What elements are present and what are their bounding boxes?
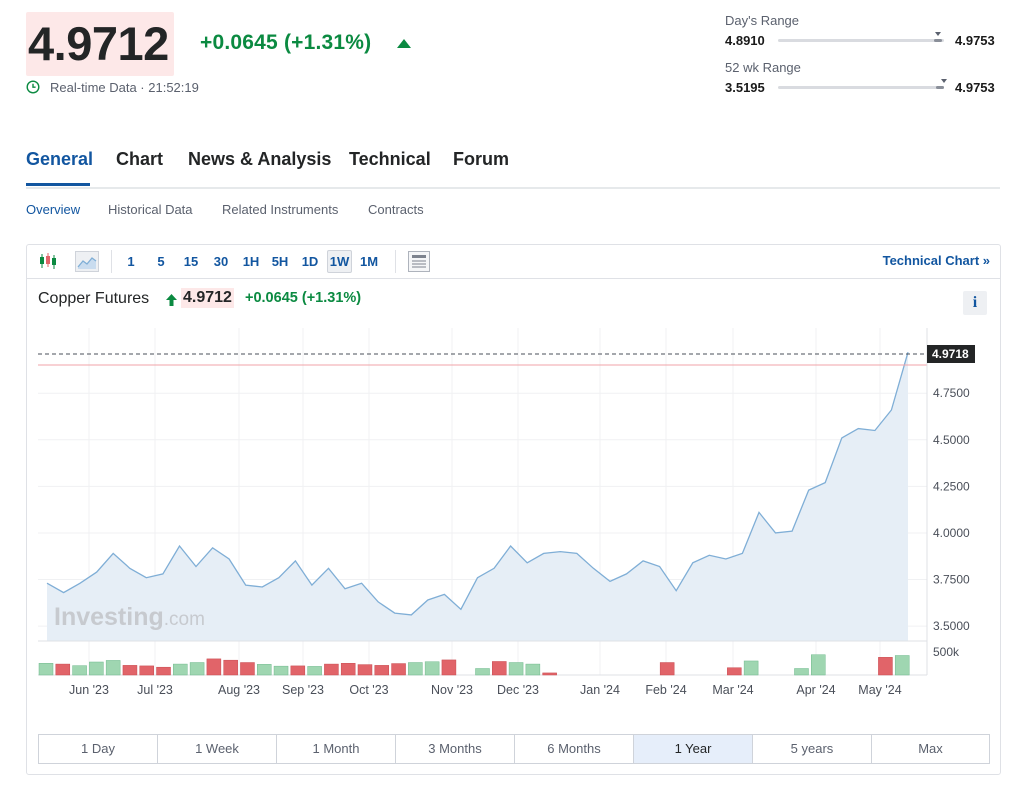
- x-tick-label: Apr '24: [796, 683, 835, 697]
- tab-technical[interactable]: Technical: [349, 149, 431, 170]
- day-range-low: 4.8910: [725, 33, 765, 48]
- y-tick-label: 4.7500: [933, 386, 970, 400]
- x-tick-label: Jun '23: [69, 683, 109, 697]
- tab-chart[interactable]: Chart: [116, 149, 163, 170]
- y-tick-label: 3.5000: [933, 619, 970, 633]
- subtab-historical-data[interactable]: Historical Data: [108, 202, 193, 217]
- volume-bar: [156, 666, 171, 676]
- volume-bar: [189, 662, 205, 676]
- y-tick-label: 3.7500: [933, 573, 970, 587]
- volume-bar: [139, 665, 154, 676]
- volume-bar: [811, 654, 826, 676]
- volume-bar: [492, 661, 507, 676]
- period-1-day[interactable]: 1 Day: [39, 735, 158, 763]
- volume-bar: [257, 664, 272, 676]
- day-range-marker: [935, 32, 941, 36]
- x-tick-label: Jul '23: [137, 683, 173, 697]
- x-tick-label: Feb '24: [645, 683, 686, 697]
- volume-bar: [727, 667, 742, 676]
- volume-bar: [324, 663, 339, 676]
- period-selector: 1 Day 1 Week 1 Month 3 Months 6 Months 1…: [38, 734, 990, 764]
- x-tick-label: Sep '23: [282, 683, 324, 697]
- week52-range-marker: [941, 79, 947, 83]
- volume-bar: [794, 668, 809, 676]
- x-tick-label: Oct '23: [349, 683, 388, 697]
- volume-bar: [357, 664, 373, 676]
- day-range-label: Day's Range: [725, 13, 800, 28]
- period-3-months[interactable]: 3 Months: [396, 735, 515, 763]
- volume-bar: [340, 663, 356, 676]
- active-tab-indicator: [26, 183, 90, 186]
- last-price: 4.9712: [28, 17, 169, 70]
- period-1-week[interactable]: 1 Week: [158, 735, 277, 763]
- subtab-related-instruments[interactable]: Related Instruments: [222, 202, 338, 217]
- volume-axis-label: 500k: [933, 645, 960, 659]
- y-tick-label: 4.0000: [933, 526, 970, 540]
- day-range-high: 4.9753: [955, 33, 995, 48]
- y-tick-label: 4.2500: [933, 479, 970, 493]
- period-6-months[interactable]: 6 Months: [515, 735, 634, 763]
- period-1-month[interactable]: 1 Month: [277, 735, 396, 763]
- main-tabs: General Chart News & Analysis Technical …: [26, 146, 1000, 189]
- subtab-overview[interactable]: Overview: [26, 202, 80, 217]
- price-change: +0.0645 (+1.31%): [200, 31, 371, 55]
- volume-bar: [105, 660, 121, 676]
- tab-forum[interactable]: Forum: [453, 149, 509, 170]
- volume-bar: [878, 657, 893, 676]
- day-range-fill: [934, 39, 942, 42]
- volume-bar: [542, 672, 557, 676]
- volume-bar: [173, 663, 188, 676]
- week52-range-fill: [936, 86, 944, 89]
- volume-bar: [659, 662, 675, 676]
- volume-bar: [743, 660, 759, 676]
- last-price-label: 4.9718: [932, 347, 969, 361]
- volume-bar: [475, 668, 490, 676]
- realtime-label: Real-time Data · 21:52:19: [50, 80, 199, 95]
- volume-bar: [223, 659, 238, 676]
- change-value: +0.0645: [200, 31, 278, 54]
- volume-bar: [508, 662, 524, 676]
- tab-general[interactable]: General: [26, 149, 93, 170]
- change-percent: (+1.31%): [283, 31, 372, 54]
- week52-range-label: 52 wk Range: [725, 60, 801, 75]
- volume-bar: [391, 663, 406, 676]
- x-tick-label: May '24: [858, 683, 901, 697]
- volume-bar: [290, 665, 306, 676]
- day-range-bar: [778, 39, 944, 42]
- volume-bar: [38, 663, 54, 676]
- volume-bar: [441, 659, 457, 676]
- period-1-year[interactable]: 1 Year: [634, 735, 753, 763]
- volume-bar: [273, 665, 289, 676]
- price-chart[interactable]: 4.7500 4.5000 4.2500 4.0000 3.7500 3.5000 4.97…: [27, 245, 1000, 725]
- chart-panel: 1 5 15 30 1H 5H 1D 1W 1M Technical Chart…: [26, 244, 1001, 775]
- week52-range-high: 4.9753: [955, 80, 995, 95]
- y-tick-label: 4.5000: [933, 433, 970, 447]
- up-arrow-icon: [397, 39, 411, 48]
- volume-bar: [89, 661, 104, 676]
- tab-news-analysis[interactable]: News & Analysis: [188, 149, 331, 170]
- period-5-years[interactable]: 5 years: [753, 735, 872, 763]
- subtab-contracts[interactable]: Contracts: [368, 202, 424, 217]
- volume-bar: [424, 661, 440, 676]
- volume-bar: [307, 666, 322, 676]
- volume-bar: [72, 665, 87, 676]
- x-tick-label: Mar '24: [712, 683, 753, 697]
- period-max[interactable]: Max: [872, 735, 989, 763]
- volume-bar: [240, 662, 255, 676]
- x-tick-label: Aug '23: [218, 683, 260, 697]
- x-tick-label: Nov '23: [431, 683, 473, 697]
- clock-icon: [26, 80, 40, 94]
- week52-range-low: 3.5195: [725, 80, 765, 95]
- volume-bar: [122, 665, 138, 676]
- volume-bar: [408, 662, 423, 676]
- volume-bar: [374, 665, 390, 676]
- volume-bar: [55, 663, 71, 676]
- volume-bar: [206, 658, 222, 676]
- price-area: [47, 352, 908, 641]
- x-tick-label: Dec '23: [497, 683, 539, 697]
- volume-bar: [525, 663, 541, 676]
- volume-bar: [894, 655, 910, 676]
- week52-range-bar: [778, 86, 944, 89]
- x-tick-label: Jan '24: [580, 683, 620, 697]
